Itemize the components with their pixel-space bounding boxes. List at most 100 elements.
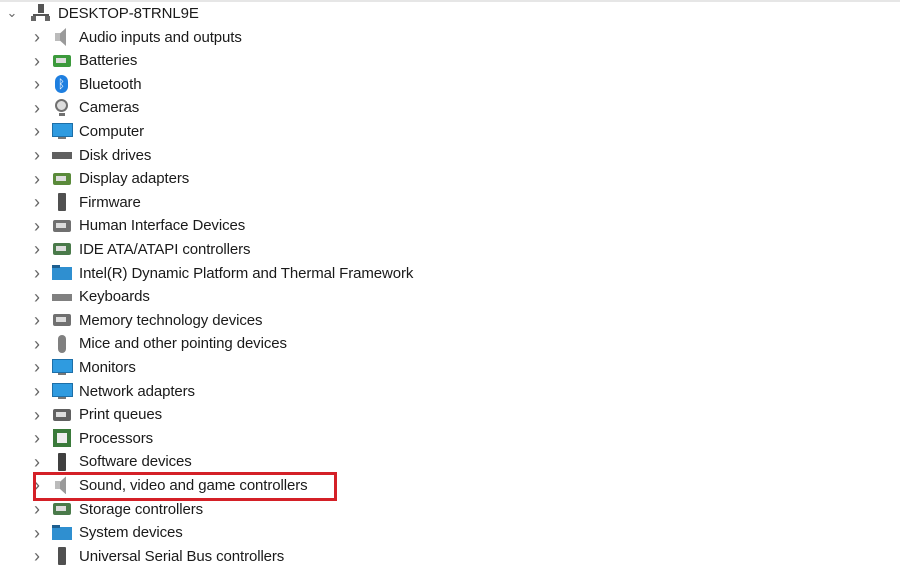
bluetooth-icon: ᛒ (52, 75, 72, 94)
software-device-icon-part (58, 452, 66, 471)
display-adapter-icon (52, 170, 72, 188)
chevron-right-icon[interactable]: › (30, 358, 44, 376)
network-adapter-icon (52, 382, 73, 400)
tree-item-system-devices[interactable]: › System devices (30, 522, 183, 544)
tree-item-label: Monitors (79, 358, 136, 376)
chevron-right-icon[interactable]: › (30, 453, 44, 471)
monitor-icon (52, 122, 73, 140)
tree-item-label: Batteries (79, 52, 138, 70)
tree-item-software-devices[interactable]: › Software devices (30, 451, 192, 473)
battery-icon-part (56, 57, 66, 63)
tree-item-label: Computer (79, 122, 145, 140)
computer-network-icon (31, 4, 51, 22)
chevron-right-icon[interactable]: › (30, 406, 44, 424)
firmware-icon (52, 193, 72, 212)
tree-item-processors[interactable]: › Processors (30, 427, 153, 449)
network-adapter-icon-part (52, 383, 73, 397)
tree-item-intel-r-dynamic-platform-and-thermal-framework[interactable]: › Intel(R) Dynamic Platform and Thermal F… (30, 262, 413, 284)
storage-controller-icon-part (56, 506, 66, 511)
tree-item-label: Mice and other pointing devices (79, 335, 287, 353)
tree-item-keyboards[interactable]: › Keyboards (30, 286, 150, 308)
processor-icon-part (57, 433, 67, 444)
hid-icon (52, 217, 72, 235)
tree-item-label: Intel(R) Dynamic Platform and Thermal Fr… (79, 264, 414, 282)
tree-item-audio-inputs-and-outputs[interactable]: › Audio inputs and outputs (30, 26, 242, 48)
tree-item-storage-controllers[interactable]: › Storage controllers (30, 498, 203, 520)
tree-item-monitors[interactable]: › Monitors (30, 356, 136, 378)
chevron-down-icon[interactable]: ⌄ (5, 6, 19, 20)
chevron-right-icon[interactable]: › (30, 146, 44, 164)
tree-item-firmware[interactable]: › Firmware (30, 191, 141, 213)
chevron-right-icon[interactable]: › (30, 122, 44, 140)
tree-item-disk-drives[interactable]: › Disk drives (30, 144, 151, 166)
tree-item-label: Processors (79, 429, 154, 447)
chevron-right-icon[interactable]: › (30, 547, 44, 565)
tree-item-label: System devices (79, 524, 183, 542)
tree-item-universal-serial-bus-controllers[interactable]: › Universal Serial Bus controllers (30, 545, 284, 567)
disk-drive-icon-part (52, 152, 72, 159)
tree-item-computer[interactable]: › Computer (30, 120, 144, 142)
tree-item-display-adapters[interactable]: › Display adapters (30, 168, 189, 190)
tree-item-human-interface-devices[interactable]: › Human Interface Devices (30, 215, 245, 237)
firmware-icon-part (58, 193, 66, 212)
bluetooth-icon-part: ᛒ (55, 75, 68, 94)
mouse-icon (52, 334, 72, 353)
tree-item-batteries[interactable]: › Batteries (30, 50, 137, 72)
chevron-right-icon[interactable]: › (30, 193, 44, 211)
folder-device-icon-part (52, 524, 60, 528)
tree-item-label: Firmware (79, 193, 141, 211)
folder-device-icon-part (52, 265, 60, 268)
chevron-right-icon[interactable]: › (30, 382, 44, 400)
tree-item-label: Disk drives (79, 146, 152, 164)
tree-item-cameras[interactable]: › Cameras (30, 97, 139, 119)
tree-item-ide-ata-atapi-controllers[interactable]: › IDE ATA/ATAPI controllers (30, 238, 251, 260)
chevron-right-icon[interactable]: › (30, 217, 44, 235)
camera-icon-part (59, 112, 65, 116)
chevron-right-icon[interactable]: › (30, 28, 44, 46)
monitor-icon-part (58, 373, 66, 376)
chevron-right-icon[interactable]: › (30, 288, 44, 306)
keyboard-icon (52, 288, 72, 306)
chevron-right-icon[interactable]: › (30, 52, 44, 70)
disk-drive-icon (52, 146, 72, 164)
tree-item-network-adapters[interactable]: › Network adapters (30, 380, 195, 402)
chevron-right-icon[interactable]: › (30, 311, 44, 329)
tree-item-memory-technology-devices[interactable]: › Memory technology devices (30, 309, 263, 331)
chevron-right-icon[interactable]: › (30, 500, 44, 518)
chevron-right-icon[interactable]: › (30, 170, 44, 188)
usb-icon-part (58, 547, 66, 566)
chevron-right-icon[interactable]: › (30, 99, 44, 117)
highlight-box (33, 472, 337, 501)
tree-item-label: Human Interface Devices (79, 217, 246, 235)
tree-item-label: Network adapters (79, 382, 195, 400)
speaker-icon-part (55, 33, 60, 41)
monitor-icon-part (58, 137, 66, 140)
printer-icon (52, 406, 72, 424)
chevron-right-icon[interactable]: › (30, 429, 44, 447)
chevron-right-icon[interactable]: › (30, 240, 44, 258)
mouse-icon-part (58, 334, 66, 353)
speaker-icon-part (60, 28, 66, 46)
tree-root-label: DESKTOP-8TRNL9E (58, 4, 199, 22)
tree-item-label: Bluetooth (79, 75, 142, 93)
tree-item-label: Keyboards (79, 288, 150, 306)
tree-item-mice-and-other-pointing-devices[interactable]: › Mice and other pointing devices (30, 333, 287, 355)
tree-item-label: Display adapters (79, 170, 190, 188)
tree-item-label: Memory technology devices (79, 311, 263, 329)
folder-device-icon-part (52, 526, 72, 540)
hid-icon-part (56, 222, 66, 228)
printer-icon-part (56, 411, 66, 417)
folder-device-icon-part (52, 267, 72, 280)
chevron-right-icon[interactable]: › (30, 264, 44, 282)
tree-item-print-queues[interactable]: › Print queues (30, 404, 162, 426)
battery-icon (52, 52, 72, 70)
tree-item-bluetooth[interactable]: › ᛒ Bluetooth (30, 73, 142, 95)
chevron-right-icon[interactable]: › (30, 524, 44, 542)
tree-root[interactable]: ⌄ DESKTOP-8TRNL9E (5, 2, 199, 24)
tree-item-label: Cameras (79, 99, 140, 117)
ide-controller-icon (52, 240, 72, 258)
chevron-right-icon[interactable]: › (30, 75, 44, 93)
tree-item-label: Software devices (79, 453, 192, 471)
network-adapter-icon-part (58, 397, 66, 399)
chevron-right-icon[interactable]: › (30, 335, 44, 353)
